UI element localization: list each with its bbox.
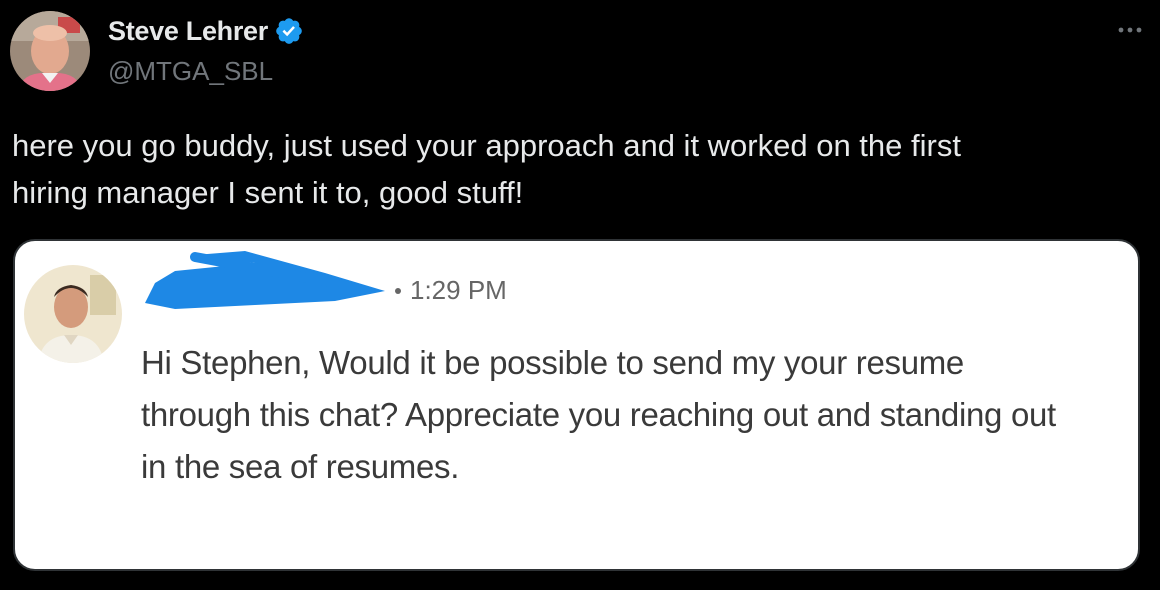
verified-badge-icon: [276, 18, 302, 44]
more-dots-icon[interactable]: [1114, 14, 1146, 46]
separator-dot: [395, 287, 401, 294]
message-time: 1:29 PM: [410, 275, 507, 305]
author-avatar-image: [10, 11, 90, 91]
author-name-row: Steve Lehrer: [108, 14, 304, 48]
message-timestamp: 1:29 PM: [395, 275, 507, 306]
author-name[interactable]: Steve Lehrer: [108, 16, 268, 47]
redacted-sender-name: [145, 251, 385, 309]
sender-avatar-image: [24, 265, 122, 363]
author-avatar[interactable]: [10, 11, 90, 91]
embedded-image-card[interactable]: 1:29 PM Hi Stephen, Would it be possible…: [13, 239, 1140, 571]
tweet-text: here you go buddy, just used your approa…: [12, 128, 961, 210]
message-sender-avatar: [24, 265, 122, 363]
author-handle[interactable]: @MTGA_SBL: [108, 56, 273, 87]
message-text: Hi Stephen, Would it be possible to send…: [141, 344, 1056, 485]
